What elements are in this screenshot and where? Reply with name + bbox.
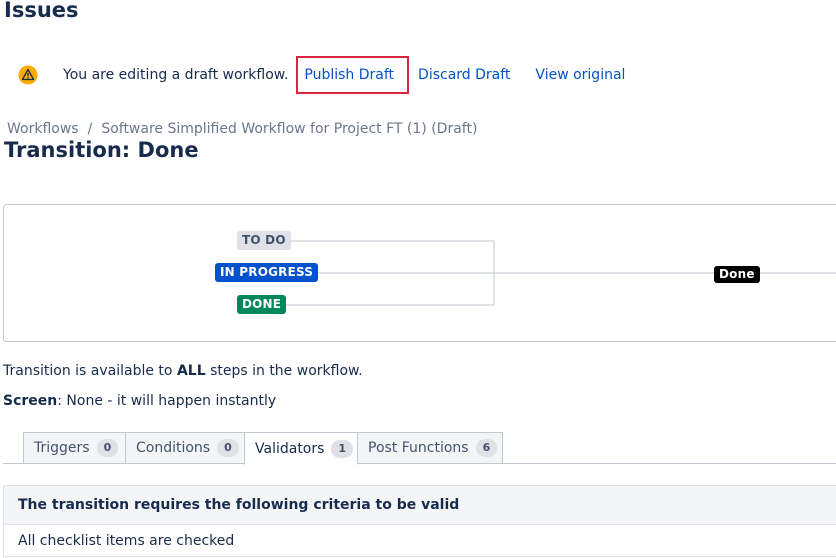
breadcrumb: Workflows / Software Simplified Workflow f… [7, 121, 477, 137]
tab-count-badge: 0 [217, 439, 239, 457]
view-original-link[interactable]: View original [535, 67, 625, 83]
tab-triggers[interactable]: Triggers 0 [23, 432, 126, 464]
availability-bold: ALL [176, 363, 206, 379]
discard-draft-link[interactable]: Discard Draft [418, 67, 510, 83]
tab-count-badge: 0 [96, 439, 119, 457]
transition-tabs: Triggers 0 Conditions 0 Validators 1 Post F… [3, 432, 836, 465]
draft-banner: You are editing a draft workflow. Publis… [18, 56, 625, 94]
availability-suffix: steps in the workflow. [205, 363, 363, 379]
validators-heading: The transition requires the following cr… [3, 485, 836, 525]
tab-label: Triggers [34, 440, 90, 456]
tab-count-badge: 1 [331, 439, 354, 458]
screen-text: Screen: None - it will happen instantly [3, 393, 276, 409]
tab-label: Validators [255, 440, 325, 457]
tab-label: Conditions [136, 440, 211, 456]
transition-label: Done [714, 266, 760, 283]
breadcrumb-separator: / [87, 121, 93, 137]
availability-prefix: Transition is available to [3, 363, 177, 379]
warning-icon [18, 65, 38, 85]
page-title: Issues [4, 0, 79, 22]
transition-diagram: TO DO IN PROGRESS DONE Done [3, 204, 836, 342]
status-done: DONE [237, 295, 287, 314]
tab-validators[interactable]: Validators 1 [244, 432, 358, 465]
breadcrumb-workflows[interactable]: Workflows [7, 121, 79, 137]
screen-value: : None - it will happen instantly [57, 393, 277, 409]
publish-draft-highlight: Publish Draft [296, 56, 410, 94]
transition-title: Transition: Done [4, 138, 199, 162]
tab-post-functions[interactable]: Post Functions 6 [357, 432, 503, 464]
diagram-connectors [280, 240, 836, 306]
breadcrumb-workflow-name[interactable]: Software Simplified Workflow for Project… [101, 121, 477, 137]
status-todo: TO DO [237, 231, 291, 250]
status-in-progress: IN PROGRESS [215, 263, 319, 282]
draft-message: You are editing a draft workflow. [63, 67, 289, 83]
tab-conditions[interactable]: Conditions 0 [125, 432, 245, 464]
screen-label: Screen [3, 393, 58, 409]
availability-text: Transition is available to ALL steps in … [3, 363, 363, 379]
tab-count-badge: 6 [475, 439, 498, 457]
validator-row: All checklist items are checked [3, 525, 836, 557]
publish-draft-link[interactable]: Publish Draft [304, 67, 394, 83]
tab-label: Post Functions [368, 440, 469, 456]
